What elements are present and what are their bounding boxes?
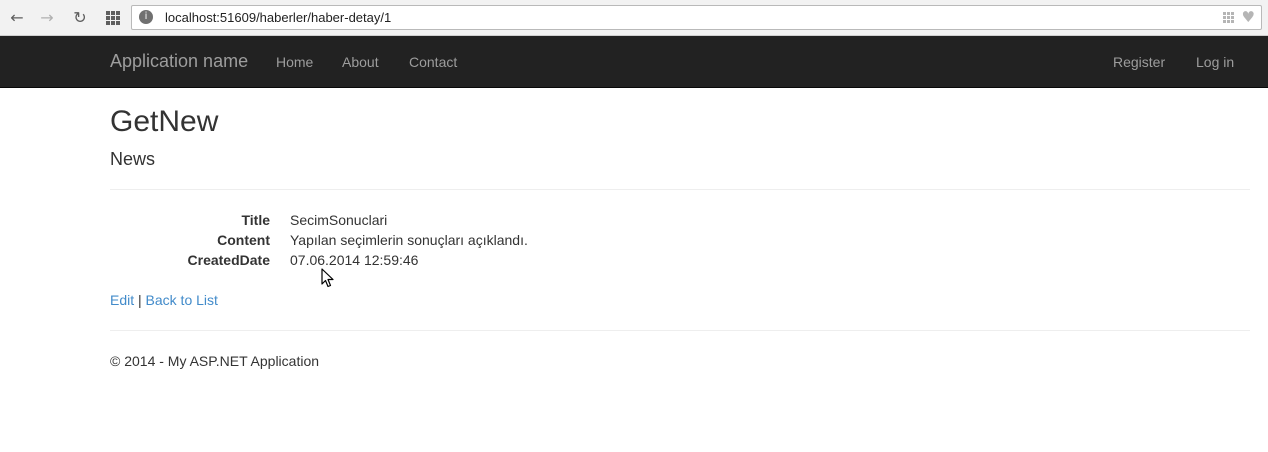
bookmark-heart-icon[interactable]: ♥	[1242, 8, 1255, 26]
detail-value-createddate: 07.06.2014 12:59:46	[290, 252, 419, 268]
top-navbar: Application name Home About Contact Regi…	[0, 36, 1268, 88]
forward-arrow-icon[interactable]: →	[38, 9, 56, 27]
reload-icon[interactable]: ↻	[71, 9, 89, 27]
detail-label-createddate: CreatedDate	[187, 252, 270, 268]
back-arrow-icon[interactable]: ←	[8, 9, 26, 27]
address-bar[interactable]: i localhost:51609/haberler/haber-detay/1…	[131, 5, 1262, 30]
page-title: GetNew	[110, 105, 219, 138]
site-info-icon[interactable]: i	[139, 10, 153, 24]
mouse-cursor-icon	[321, 268, 334, 288]
divider	[110, 189, 1250, 190]
back-to-list-link[interactable]: Back to List	[146, 292, 218, 308]
detail-label-content: Content	[217, 232, 270, 248]
page-subtitle: News	[110, 149, 156, 169]
edit-link[interactable]: Edit	[110, 292, 134, 308]
browser-toolbar: ← → ↻ i localhost:51609/haberler/haber-d…	[0, 0, 1268, 36]
link-separator: |	[138, 292, 142, 308]
detail-value-title: SecimSonuclari	[290, 212, 388, 228]
nav-link-login[interactable]: Log in	[1196, 54, 1234, 70]
nav-link-register[interactable]: Register	[1113, 54, 1165, 70]
apps-grid-icon[interactable]	[106, 11, 120, 25]
footer-text: © 2014 - My ASP.NET Application	[110, 353, 320, 369]
footer-divider	[110, 330, 1250, 331]
navbar-brand[interactable]: Application name	[110, 51, 248, 72]
detail-label-title: Title	[241, 212, 270, 228]
nav-link-about[interactable]: About	[342, 54, 379, 70]
action-links: Edit | Back to List	[110, 292, 218, 308]
detail-value-content: Yapılan seçimlerin sonuçları açıklandı.	[290, 232, 528, 248]
address-bar-url[interactable]: localhost:51609/haberler/haber-detay/1	[165, 10, 391, 25]
extension-grid-icon[interactable]	[1223, 12, 1235, 23]
nav-link-contact[interactable]: Contact	[409, 54, 457, 70]
nav-link-home[interactable]: Home	[276, 54, 313, 70]
